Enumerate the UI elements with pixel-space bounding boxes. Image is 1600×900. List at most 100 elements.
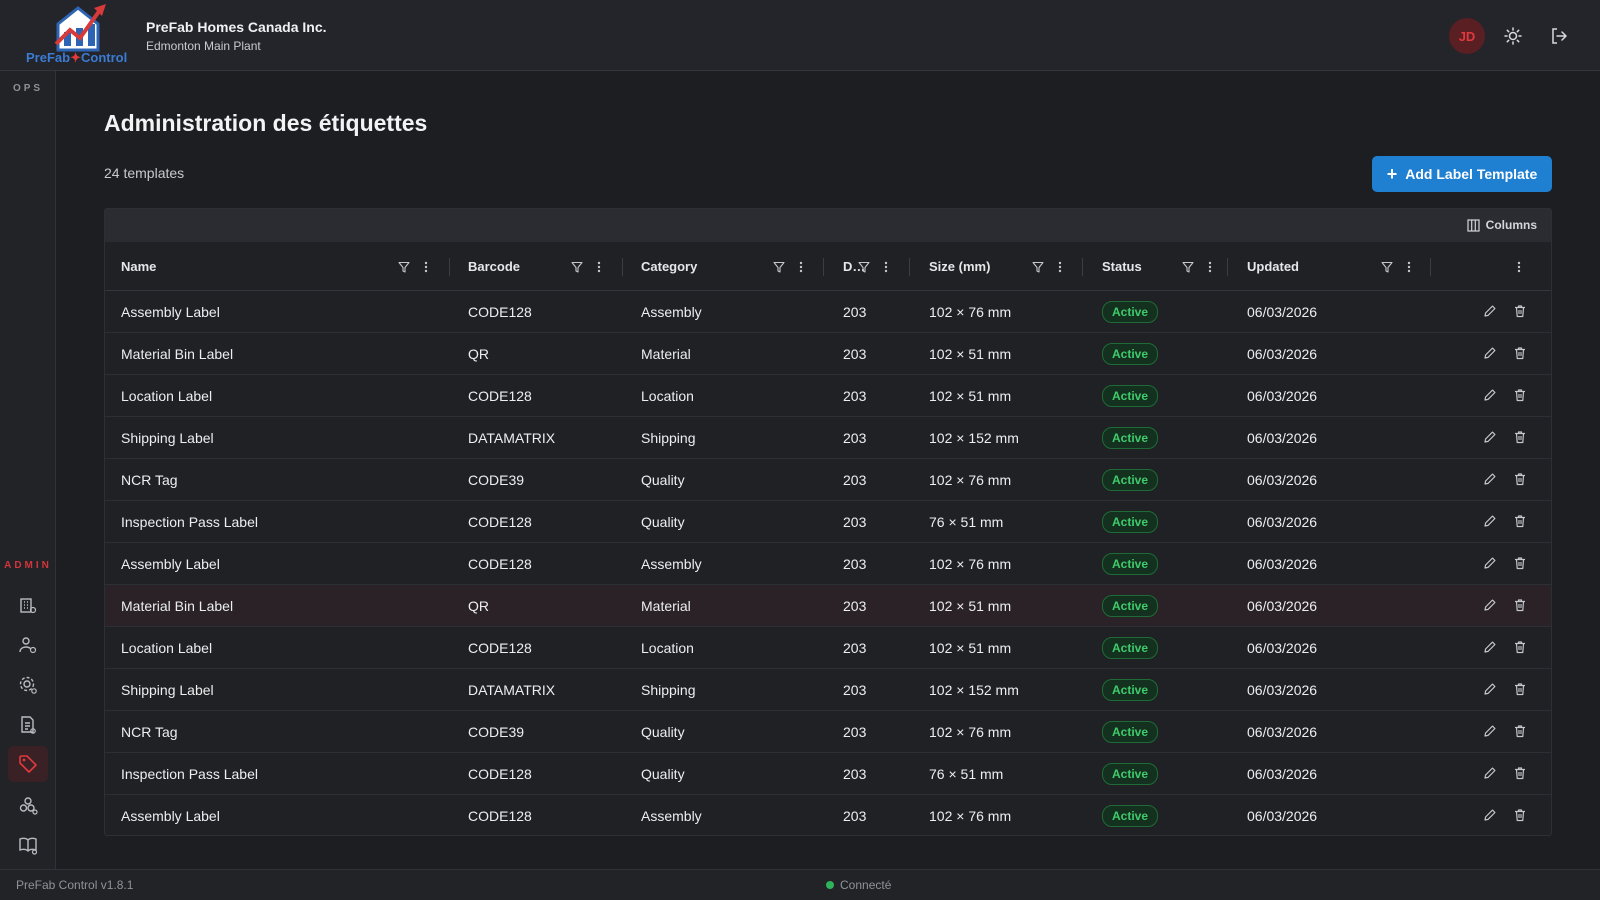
delete-button[interactable] [1513,346,1527,363]
column-menu-icon[interactable] [424,261,428,273]
cell-size: 76 × 51 mm [929,514,1004,530]
column-menu-icon[interactable] [1407,261,1411,273]
theme-toggle-button[interactable] [1499,22,1527,50]
status-cell: Active [1102,543,1159,585]
table-row[interactable]: NCR Tag CODE39 Quality 203 102 × 76 mm Active… [105,459,1551,501]
app-logo[interactable]: PreFab✦Control [24,2,134,66]
sidebar-item-docs[interactable] [8,827,48,863]
company-info: PreFab Homes Canada Inc. Edmonton Main P… [146,19,327,53]
table-row[interactable]: Material Bin Label QR Material 203 102 × 51 … [105,333,1551,375]
cell-category: Location [641,640,694,656]
cell-name: Shipping Label [121,430,214,446]
sidebar-item-documents[interactable] [8,707,48,743]
edit-button[interactable] [1483,514,1497,531]
add-label-template-button[interactable]: + Add Label Template [1372,156,1552,192]
sidebar-item-settings[interactable] [8,667,48,703]
delete-button[interactable] [1513,766,1527,783]
table-row[interactable]: Material Bin Label QR Material 203 102 × 51 … [105,585,1551,627]
cell-name: Assembly Label [121,808,220,824]
cell-barcode: CODE128 [468,556,532,572]
delete-button[interactable] [1513,430,1527,447]
filter-icon[interactable] [1182,261,1194,273]
delete-button[interactable] [1513,808,1527,825]
column-separator[interactable] [1082,258,1083,276]
column-separator[interactable] [1430,258,1431,276]
filter-icon[interactable] [773,261,785,273]
status-badge: Active [1102,679,1159,701]
column-separator[interactable] [622,258,623,276]
filter-icon[interactable] [1032,261,1044,273]
column-separator[interactable] [823,258,824,276]
column-header-category[interactable]: Category [641,242,697,291]
sidebar-item-plants[interactable] [8,587,48,623]
table-row[interactable]: Location Label CODE128 Location 203 102 × 51… [105,627,1551,669]
cell-size: 102 × 51 mm [929,640,1012,656]
edit-button[interactable] [1483,724,1497,741]
table-row[interactable]: Inspection Pass Label CODE128 Quality 203 76… [105,753,1551,795]
edit-button[interactable] [1483,808,1497,825]
edit-button[interactable] [1483,640,1497,657]
user-avatar[interactable]: JD [1449,18,1485,54]
status-badge: Active [1102,427,1159,449]
sidebar-item-labels[interactable] [8,746,48,782]
trash-icon [1515,473,1525,486]
edit-button[interactable] [1483,598,1497,615]
cell-dpi: 203 [843,514,867,530]
delete-button[interactable] [1513,598,1527,615]
trash-icon [1515,641,1525,654]
column-menu-icon[interactable] [799,261,803,273]
delete-button[interactable] [1513,304,1527,321]
column-header-status[interactable]: Status [1102,242,1142,291]
cell-barcode: CODE128 [468,514,532,530]
column-header-size[interactable]: Size (mm) [929,242,990,291]
table-row[interactable]: Shipping Label DATAMATRIX Shipping 203 102 ×… [105,669,1551,711]
table-row[interactable]: Assembly Label CODE128 Assembly 203 102 × 76… [105,291,1551,333]
trash-icon [1515,767,1525,780]
delete-button[interactable] [1513,556,1527,573]
table-row[interactable]: Location Label CODE128 Location 203 102 × 51… [105,375,1551,417]
column-header-name[interactable]: Name [121,242,156,291]
table-row[interactable]: Assembly Label CODE128 Assembly 203 102 × 76… [105,543,1551,585]
logout-button[interactable] [1545,22,1573,50]
columns-button[interactable]: Columns [1467,218,1537,232]
delete-button[interactable] [1513,514,1527,531]
table-row[interactable]: Assembly Label CODE128 Assembly 203 102 × 76… [105,795,1551,835]
edit-button[interactable] [1483,766,1497,783]
column-header-controls [773,242,803,291]
table-row[interactable]: Inspection Pass Label CODE128 Quality 203 76… [105,501,1551,543]
column-separator[interactable] [449,258,450,276]
delete-button[interactable] [1513,472,1527,489]
column-menu-icon[interactable] [884,261,888,273]
column-header-barcode[interactable]: Barcode [468,242,520,291]
column-menu-icon[interactable] [1208,261,1212,273]
edit-button[interactable] [1483,430,1497,447]
edit-button[interactable] [1483,388,1497,405]
sidebar-item-components[interactable] [8,787,48,823]
edit-button[interactable] [1483,472,1497,489]
filter-icon[interactable] [398,261,410,273]
column-separator[interactable] [909,258,910,276]
delete-button[interactable] [1513,640,1527,657]
label-templates-grid: Columns Name Barcode Category D… Size (mm) St… [104,208,1552,836]
column-menu-icon[interactable] [597,261,601,273]
column-menu-icon[interactable] [1517,261,1521,273]
edit-button[interactable] [1483,682,1497,699]
column-menu-icon[interactable] [1058,261,1062,273]
delete-button[interactable] [1513,682,1527,699]
edit-button[interactable] [1483,304,1497,321]
column-header-updated[interactable]: Updated [1247,242,1299,291]
sidebar-item-users[interactable] [8,627,48,663]
filter-icon[interactable] [571,261,583,273]
table-row[interactable]: NCR Tag CODE39 Quality 203 102 × 76 mm Active… [105,711,1551,753]
filter-icon[interactable] [858,261,870,273]
table-row[interactable]: Shipping Label DATAMATRIX Shipping 203 102 ×… [105,417,1551,459]
delete-button[interactable] [1513,388,1527,405]
column-header-controls [571,242,601,291]
filter-icon[interactable] [1381,261,1393,273]
logo-house-icon [54,4,106,52]
edit-button[interactable] [1483,556,1497,573]
delete-button[interactable] [1513,724,1527,741]
column-separator[interactable] [1227,258,1228,276]
status-badge: Active [1102,553,1159,575]
edit-button[interactable] [1483,346,1497,363]
